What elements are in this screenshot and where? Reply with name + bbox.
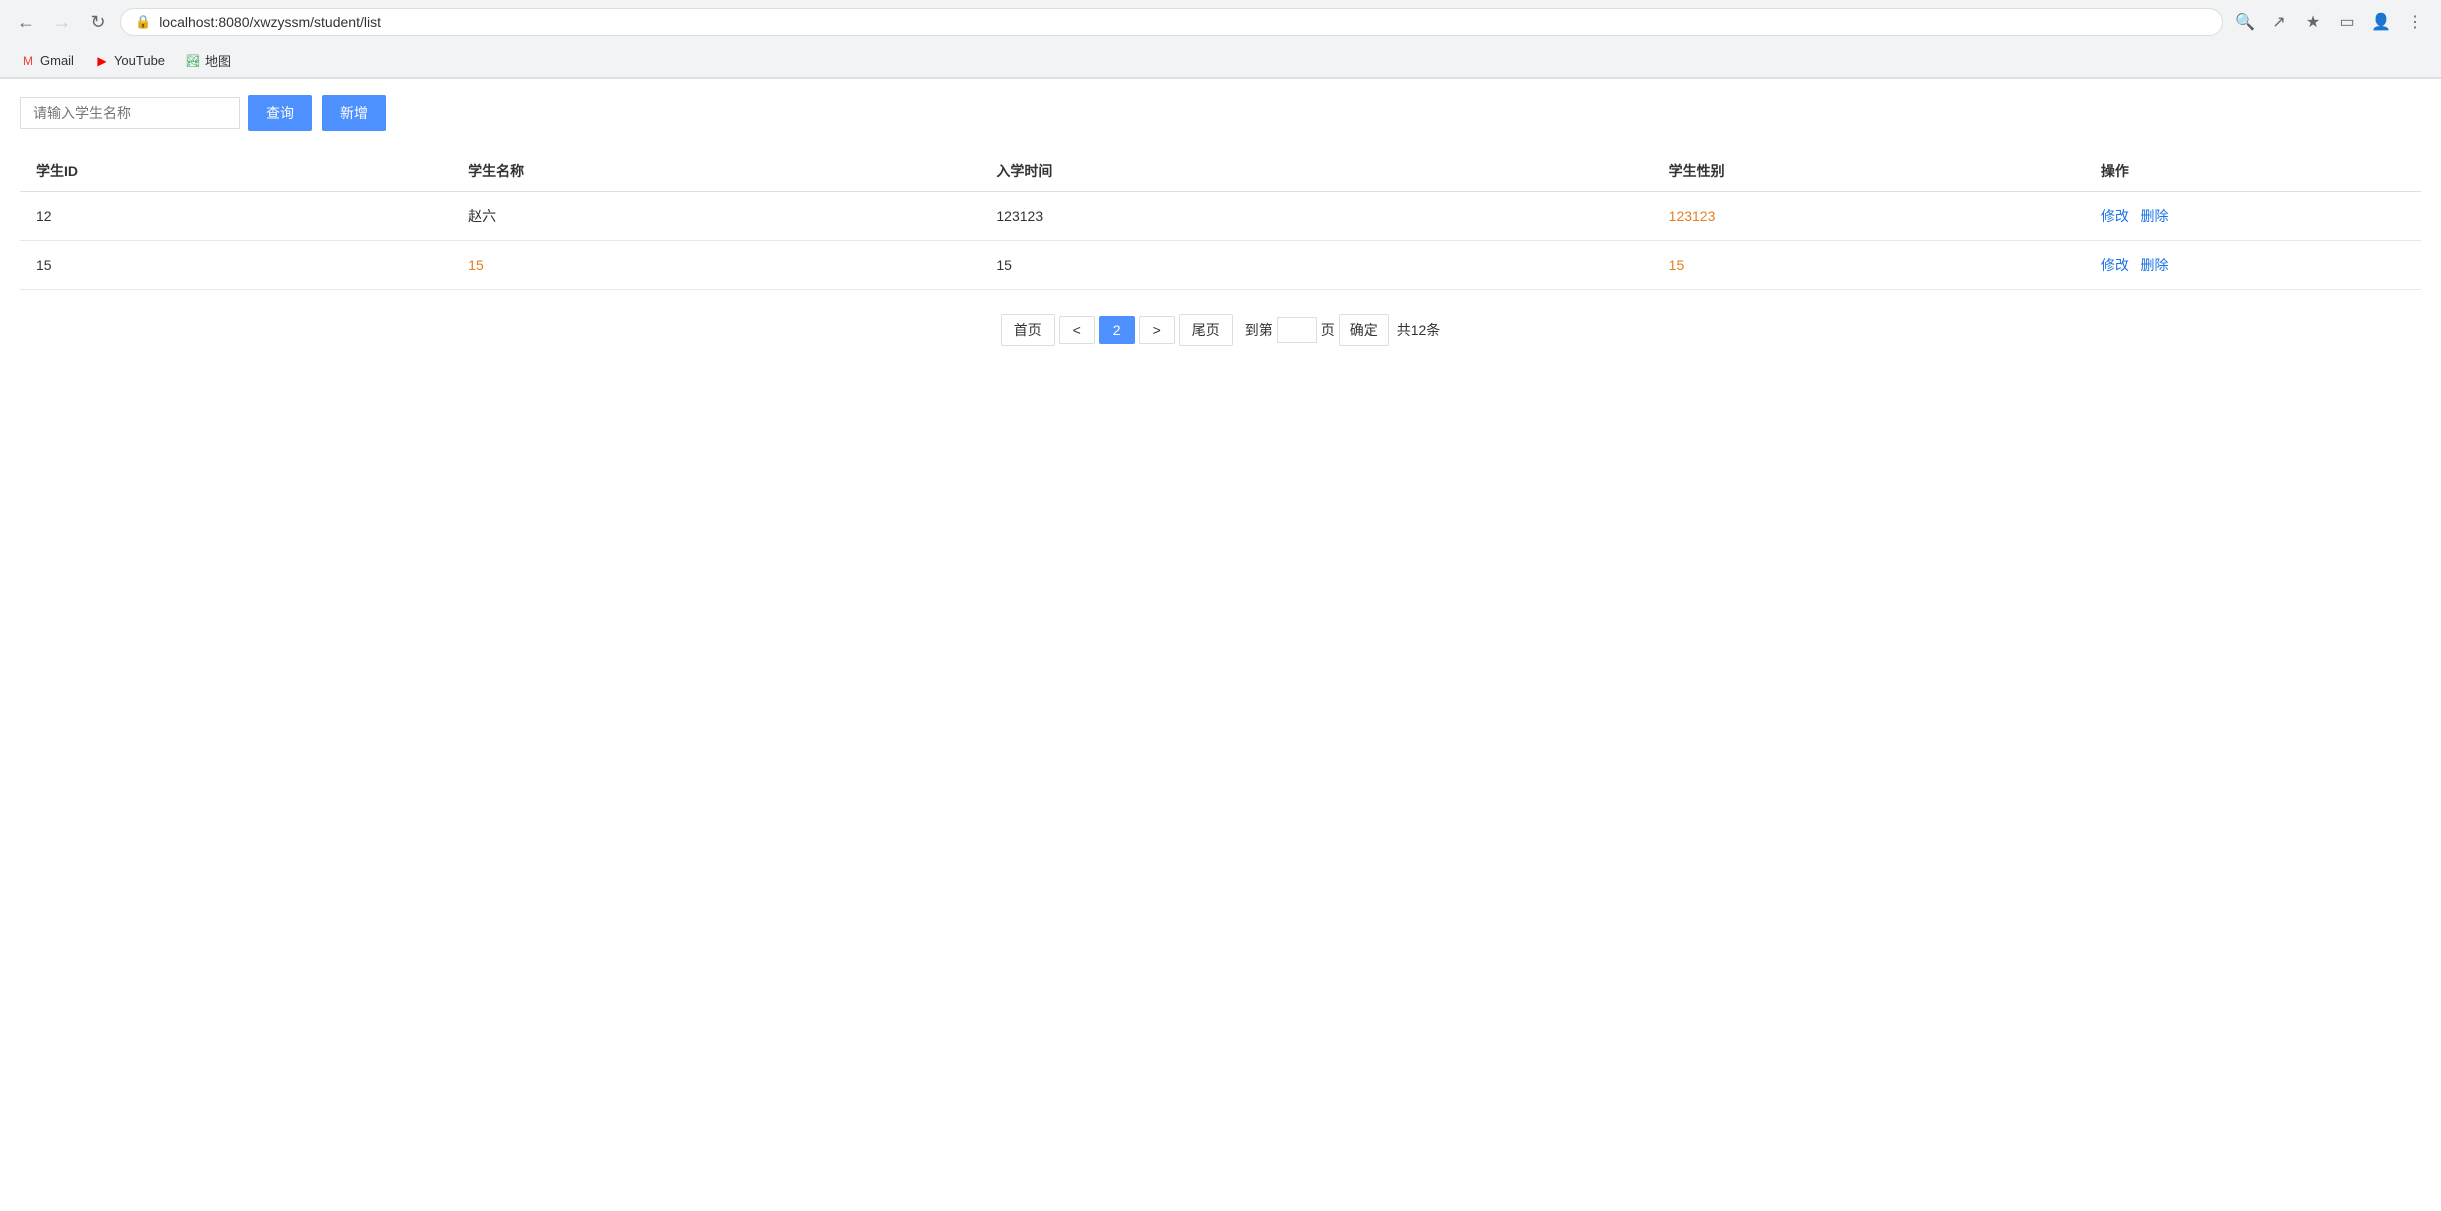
col-header-action: 操作 xyxy=(2085,151,2421,192)
table-row: 15 15 15 15 修改 删除 xyxy=(20,241,2421,290)
cell-action-1: 修改 删除 xyxy=(2085,192,2421,241)
cell-name-1: 赵六 xyxy=(452,192,980,241)
table-row: 12 赵六 123123 123123 修改 删除 xyxy=(20,192,2421,241)
pagination: 首页 < 2 > 尾页 到第 页 确定 共12条 xyxy=(20,314,2421,346)
share-button[interactable]: ↗ xyxy=(2265,8,2293,36)
search-button[interactable]: 🔍 xyxy=(2231,8,2259,36)
last-page-button[interactable]: 尾页 xyxy=(1179,314,1233,346)
back-button[interactable]: ← xyxy=(12,8,40,36)
query-button[interactable]: 查询 xyxy=(248,95,312,131)
first-page-button[interactable]: 首页 xyxy=(1001,314,1055,346)
bookmark-maps-label: 地图 xyxy=(205,51,231,70)
toolbar-right: 🔍 ↗ ★ ▭ 👤 ⋮ xyxy=(2231,8,2429,36)
maps-icon: 🏞 xyxy=(185,53,201,69)
url-text: localhost:8080/xwzyssm/student/list xyxy=(159,14,381,30)
delete-link-1[interactable]: 删除 xyxy=(2141,208,2169,224)
table-header-row: 学生ID 学生名称 入学时间 学生性别 操作 xyxy=(20,151,2421,192)
forward-button[interactable]: → xyxy=(48,8,76,36)
browser-chrome: ← → ↻ 🔒 localhost:8080/xwzyssm/student/l… xyxy=(0,0,2441,79)
cell-time-2: 15 xyxy=(980,241,1652,290)
address-bar[interactable]: 🔒 localhost:8080/xwzyssm/student/list xyxy=(120,8,2223,36)
col-header-gender: 学生性别 xyxy=(1653,151,2085,192)
bookmark-maps[interactable]: 🏞 地图 xyxy=(177,48,239,73)
goto-page: 到第 页 确定 共12条 xyxy=(1245,314,1441,346)
menu-button[interactable]: ⋮ xyxy=(2401,8,2429,36)
reload-button[interactable]: ↻ xyxy=(84,8,112,36)
next-page-button[interactable]: > xyxy=(1139,316,1175,344)
goto-confirm-button[interactable]: 确定 xyxy=(1339,314,1389,346)
cell-time-1: 123123 xyxy=(980,192,1652,241)
page-content: 查询 新增 学生ID 学生名称 入学时间 学生性别 操作 12 赵六 12312… xyxy=(0,79,2441,362)
col-header-name: 学生名称 xyxy=(452,151,980,192)
cell-id-1: 12 xyxy=(20,192,452,241)
goto-suffix: 页 xyxy=(1321,320,1335,340)
prev-page-button[interactable]: < xyxy=(1059,316,1095,344)
delete-link-2[interactable]: 删除 xyxy=(2141,257,2169,273)
goto-prefix: 到第 xyxy=(1245,320,1273,340)
profile-button[interactable]: 👤 xyxy=(2367,8,2395,36)
bookmark-gmail-label: Gmail xyxy=(40,53,74,68)
cell-id-2: 15 xyxy=(20,241,452,290)
gmail-icon: M xyxy=(20,53,36,69)
search-bar: 查询 新增 xyxy=(20,95,2421,131)
lock-icon: 🔒 xyxy=(135,14,151,30)
data-table: 学生ID 学生名称 入学时间 学生性别 操作 12 赵六 123123 1231… xyxy=(20,151,2421,290)
cell-gender-1: 123123 xyxy=(1653,192,2085,241)
bookmark-youtube[interactable]: ▶ YouTube xyxy=(86,50,173,72)
current-page-button[interactable]: 2 xyxy=(1099,316,1135,344)
add-button[interactable]: 新增 xyxy=(322,95,386,131)
bookmark-gmail[interactable]: M Gmail xyxy=(12,50,82,72)
goto-input[interactable] xyxy=(1277,317,1317,343)
search-input[interactable] xyxy=(20,97,240,129)
bookmark-button[interactable]: ★ xyxy=(2299,8,2327,36)
col-header-id: 学生ID xyxy=(20,151,452,192)
cell-action-2: 修改 删除 xyxy=(2085,241,2421,290)
edit-link-1[interactable]: 修改 xyxy=(2101,208,2129,224)
youtube-icon: ▶ xyxy=(94,53,110,69)
cell-name-2: 15 xyxy=(452,241,980,290)
total-count: 共12条 xyxy=(1397,320,1441,340)
bookmark-youtube-label: YouTube xyxy=(114,53,165,68)
browser-toolbar: ← → ↻ 🔒 localhost:8080/xwzyssm/student/l… xyxy=(0,0,2441,44)
col-header-time: 入学时间 xyxy=(980,151,1652,192)
split-screen-button[interactable]: ▭ xyxy=(2333,8,2361,36)
cell-gender-2: 15 xyxy=(1653,241,2085,290)
edit-link-2[interactable]: 修改 xyxy=(2101,257,2129,273)
bookmarks-bar: M Gmail ▶ YouTube 🏞 地图 xyxy=(0,44,2441,78)
